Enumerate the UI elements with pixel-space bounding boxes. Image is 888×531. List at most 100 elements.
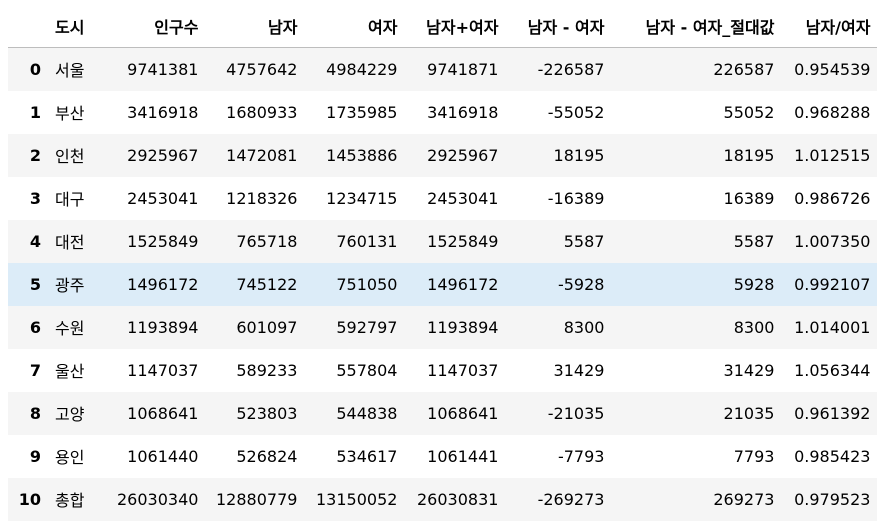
cell-abs-difference: 5928: [733, 274, 775, 294]
cell-abs-difference: 55052: [723, 102, 775, 122]
cell-male: 523803: [236, 403, 298, 423]
table-row: 10 총합 26030340 12880779 13150052 2603083…: [8, 477, 878, 521]
row-index: 8: [29, 403, 41, 423]
row-index: 3: [29, 188, 41, 208]
column-header-female: 여자: [304, 5, 405, 48]
dataframe-output: 도시 인구수 남자 여자 남자+여자 남자 - 여자 남자 - 여자_절대값 남…: [0, 0, 888, 531]
cell-male-plus-female: 3416918: [427, 102, 499, 122]
cell-population: 1496172: [127, 274, 199, 294]
column-header-index: [8, 5, 48, 48]
cell-male: 1218326: [226, 188, 298, 208]
cell-ratio: 1.014001: [794, 317, 871, 337]
table-row: 2 인천 2925967 1472081 1453886 2925967 181…: [8, 133, 878, 177]
cell-ratio: 0.954539: [794, 59, 871, 79]
cell-male-minus-female: -269273: [537, 489, 605, 509]
cell-female: 4984229: [326, 59, 398, 79]
column-header-population: 인구수: [110, 5, 206, 48]
cell-city: 대구: [55, 190, 85, 209]
row-index: 2: [29, 145, 41, 165]
cell-female: 544838: [336, 403, 398, 423]
row-index: 9: [29, 446, 41, 466]
cell-abs-difference: 18195: [723, 145, 775, 165]
cell-population: 9741381: [127, 59, 199, 79]
table-row: 3 대구 2453041 1218326 1234715 2453041 -16…: [8, 176, 878, 220]
cell-male-plus-female: 1147037: [427, 360, 499, 380]
column-header-male-plus-female: 남자+여자: [404, 5, 506, 48]
column-header-male: 남자: [205, 5, 305, 48]
row-index: 10: [18, 489, 41, 509]
cell-city: 대전: [55, 233, 85, 252]
header-row: 도시 인구수 남자 여자 남자+여자 남자 - 여자 남자 - 여자_절대값 남…: [8, 5, 878, 48]
cell-population: 1061440: [127, 446, 199, 466]
cell-abs-difference: 269273: [713, 489, 775, 509]
cell-population: 26030340: [117, 489, 199, 509]
cell-male-plus-female: 1496172: [427, 274, 499, 294]
table-row: 9 용인 1061440 526824 534617 1061441 -7793…: [8, 434, 878, 478]
cell-male: 526824: [236, 446, 298, 466]
cell-ratio: 0.979523: [794, 489, 871, 509]
cell-male: 1472081: [226, 145, 298, 165]
table-row: 1 부산 3416918 1680933 1735985 3416918 -55…: [8, 90, 878, 134]
cell-male-minus-female: -226587: [537, 59, 605, 79]
cell-male-minus-female: 18195: [553, 145, 605, 165]
cell-population: 2925967: [127, 145, 199, 165]
cell-female: 592797: [336, 317, 398, 337]
cell-male-plus-female: 26030831: [417, 489, 499, 509]
cell-female: 557804: [336, 360, 398, 380]
cell-female: 760131: [336, 231, 398, 251]
cell-abs-difference: 16389: [723, 188, 775, 208]
column-header-abs-difference: 남자 - 여자_절대값: [611, 5, 782, 48]
cell-abs-difference: 7793: [733, 446, 775, 466]
column-header-city: 도시: [48, 5, 110, 48]
cell-ratio: 1.012515: [794, 145, 871, 165]
row-index: 4: [29, 231, 41, 251]
row-index: 6: [29, 317, 41, 337]
cell-ratio: 1.056344: [794, 360, 871, 380]
cell-male: 1680933: [226, 102, 298, 122]
cell-male-minus-female: -5928: [557, 274, 605, 294]
cell-ratio: 0.986726: [794, 188, 871, 208]
cell-male-minus-female: 31429: [553, 360, 605, 380]
column-header-ratio: 남자/여자: [781, 5, 878, 48]
cell-male: 745122: [236, 274, 298, 294]
cell-male-minus-female: -7793: [557, 446, 605, 466]
cell-city: 수원: [55, 319, 85, 338]
cell-female: 1453886: [326, 145, 398, 165]
cell-male: 765718: [236, 231, 298, 251]
table-body: 0 서울 9741381 4757642 4984229 9741871 -22…: [8, 47, 878, 521]
table-row: 5 광주 1496172 745122 751050 1496172 -5928…: [8, 262, 878, 306]
cell-abs-difference: 226587: [713, 59, 775, 79]
dataframe-table: 도시 인구수 남자 여자 남자+여자 남자 - 여자 남자 - 여자_절대값 남…: [8, 5, 878, 521]
cell-male-minus-female: -21035: [547, 403, 605, 423]
cell-population: 1147037: [127, 360, 199, 380]
table-row: 0 서울 9741381 4757642 4984229 9741871 -22…: [8, 47, 878, 91]
cell-male: 12880779: [216, 489, 298, 509]
cell-city: 총합: [55, 491, 85, 510]
cell-city: 울산: [55, 362, 85, 381]
cell-city: 고양: [55, 405, 85, 424]
cell-female: 1234715: [326, 188, 398, 208]
cell-male-plus-female: 2453041: [427, 188, 499, 208]
cell-city: 서울: [55, 61, 85, 81]
cell-population: 1525849: [127, 231, 199, 251]
cell-male-plus-female: 1525849: [427, 231, 499, 251]
row-index: 7: [29, 360, 41, 380]
table-row: 8 고양 1068641 523803 544838 1068641 -2103…: [8, 391, 878, 435]
cell-male-plus-female: 9741871: [427, 59, 499, 79]
cell-ratio: 0.985423: [794, 446, 871, 466]
row-index: 5: [29, 274, 41, 294]
cell-population: 2453041: [127, 188, 199, 208]
table-row: 4 대전 1525849 765718 760131 1525849 5587 …: [8, 219, 878, 263]
row-index: 1: [29, 102, 41, 122]
cell-population: 1068641: [127, 403, 199, 423]
table-header: 도시 인구수 남자 여자 남자+여자 남자 - 여자 남자 - 여자_절대값 남…: [8, 5, 878, 48]
cell-city: 광주: [55, 276, 85, 295]
cell-female: 1735985: [326, 102, 398, 122]
cell-abs-difference: 5587: [733, 231, 775, 251]
cell-ratio: 1.007350: [794, 231, 871, 251]
cell-male: 589233: [236, 360, 298, 380]
cell-ratio: 0.968288: [794, 102, 871, 122]
cell-male-plus-female: 1193894: [427, 317, 499, 337]
cell-city: 부산: [55, 104, 85, 123]
cell-city: 인천: [55, 147, 85, 166]
